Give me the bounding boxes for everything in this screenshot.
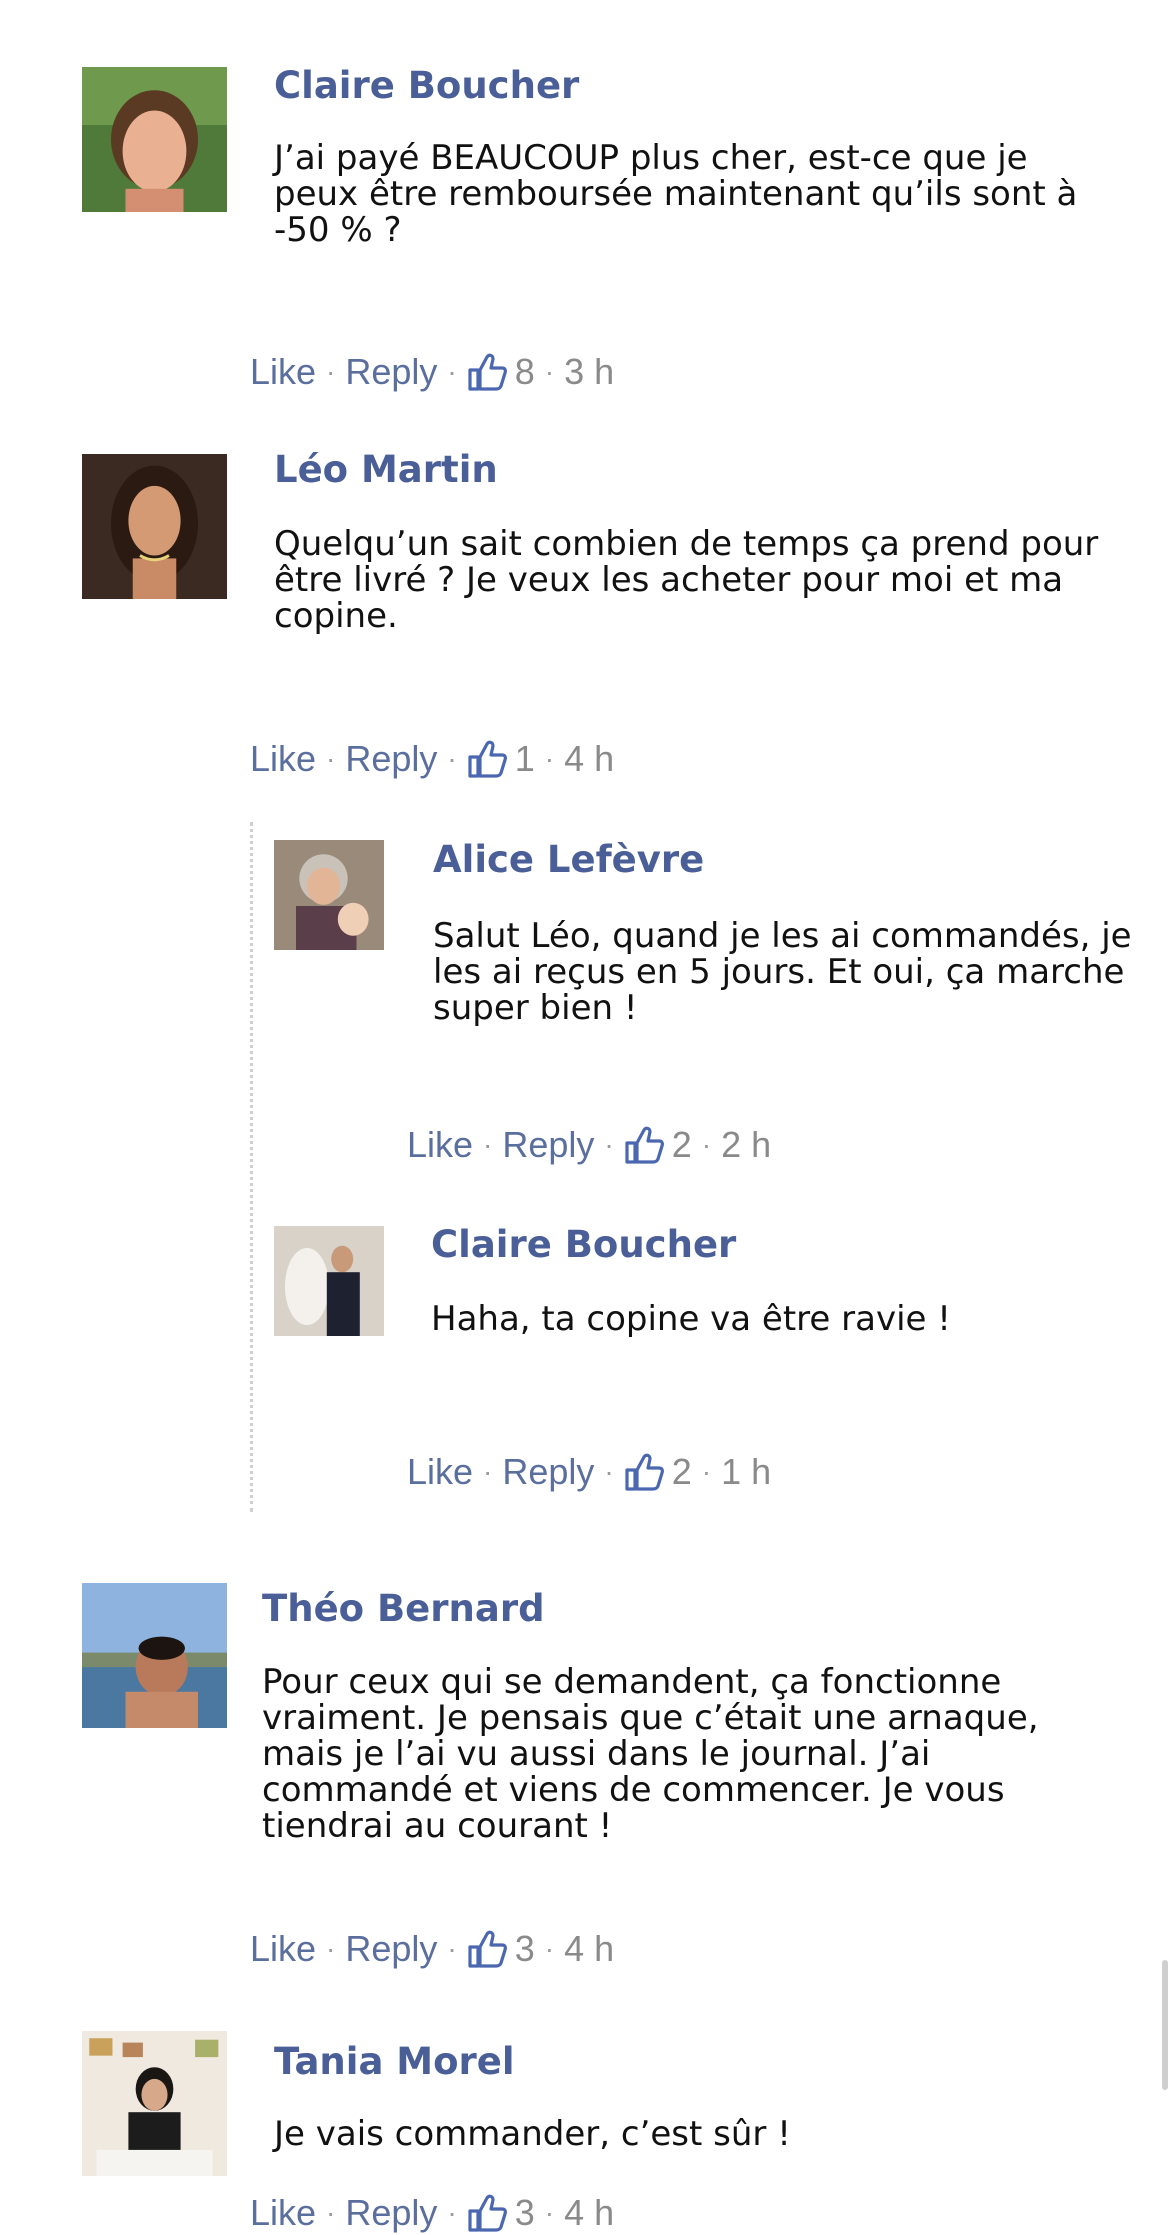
timestamp: 3 h <box>564 351 615 392</box>
like-link[interactable]: Like <box>407 1124 473 1166</box>
comment-text: Quelqu’un sait combien de temps ça prend… <box>274 524 1099 636</box>
separator: · <box>544 743 555 774</box>
separator: · <box>544 2197 555 2228</box>
reply-thread-line <box>250 822 253 1512</box>
comment-actions: Like · Reply · 2 · 1 h <box>407 1450 771 1494</box>
separator: · <box>701 1456 712 1487</box>
separator: · <box>483 1456 493 1487</box>
timestamp: 4 h <box>564 738 615 779</box>
comment-text: J’ai payé BEAUCOUP plus cher, est-ce que… <box>274 138 1078 250</box>
separator: · <box>447 356 457 387</box>
separator: · <box>447 1933 457 1964</box>
avatar[interactable] <box>274 1226 384 1336</box>
commenter-name[interactable]: Théo Bernard <box>262 1587 545 1631</box>
comment-text: Je vais commander, c’est sûr ! <box>274 2114 791 2154</box>
like-count: 2 <box>671 1124 692 1165</box>
comment-actions: Like · Reply · 2 · 2 h <box>407 1123 771 1167</box>
separator: · <box>447 743 457 774</box>
reply-link[interactable]: Reply <box>502 1451 594 1493</box>
timestamp: 2 h <box>721 1124 772 1165</box>
thumbs-up-icon[interactable] <box>624 1453 664 1491</box>
commenter-name[interactable]: Claire Boucher <box>274 64 579 108</box>
thumbs-up-icon[interactable] <box>467 1930 507 1968</box>
timestamp: 4 h <box>564 2192 615 2233</box>
like-link[interactable]: Like <box>250 738 316 780</box>
thumbs-up-icon[interactable] <box>467 353 507 391</box>
comment-actions: Like · Reply · 8 · 3 h <box>250 350 614 394</box>
like-link[interactable]: Like <box>250 351 316 393</box>
reply-link[interactable]: Reply <box>502 1124 594 1166</box>
timestamp: 4 h <box>564 1928 615 1969</box>
reply-link[interactable]: Reply <box>345 738 437 780</box>
avatar[interactable] <box>82 2031 227 2176</box>
avatar[interactable] <box>82 67 227 212</box>
separator: · <box>604 1456 614 1487</box>
like-count: 3 <box>514 1928 535 1969</box>
like-link[interactable]: Like <box>407 1451 473 1493</box>
commenter-name[interactable]: Tania Morel <box>274 2040 515 2084</box>
reply-link[interactable]: Reply <box>345 2192 437 2234</box>
separator: · <box>544 356 555 387</box>
avatar[interactable] <box>274 840 384 950</box>
like-count: 3 <box>514 2192 535 2233</box>
separator: · <box>326 743 336 774</box>
avatar[interactable] <box>82 454 227 599</box>
separator: · <box>483 1129 493 1160</box>
timestamp: 1 h <box>721 1451 772 1492</box>
separator: · <box>544 1933 555 1964</box>
comment-text: Pour ceux qui se demandent, ça fonctionn… <box>262 1662 1039 1846</box>
like-count: 8 <box>514 351 535 392</box>
like-count: 1 <box>514 738 535 779</box>
comment-actions: Like · Reply · 3 · 4 h <box>250 1927 614 1971</box>
commenter-name[interactable]: Alice Lefèvre <box>433 838 704 882</box>
commenter-name[interactable]: Léo Martin <box>274 448 498 492</box>
like-link[interactable]: Like <box>250 2192 316 2234</box>
separator: · <box>701 1129 712 1160</box>
separator: · <box>447 2197 457 2228</box>
reply-link[interactable]: Reply <box>345 1928 437 1970</box>
separator: · <box>326 2197 336 2228</box>
separator: · <box>604 1129 614 1160</box>
thumbs-up-icon[interactable] <box>467 2194 507 2232</box>
comment-actions: Like · Reply · 1 · 4 h <box>250 737 614 781</box>
comment-text: Haha, ta copine va être ravie ! <box>431 1299 951 1339</box>
separator: · <box>326 1933 336 1964</box>
scrollbar[interactable] <box>1162 1960 1168 2090</box>
commenter-name[interactable]: Claire Boucher <box>431 1223 736 1267</box>
separator: · <box>326 356 336 387</box>
like-count: 2 <box>671 1451 692 1492</box>
reply-link[interactable]: Reply <box>345 351 437 393</box>
avatar[interactable] <box>82 1583 227 1728</box>
thumbs-up-icon[interactable] <box>467 740 507 778</box>
thumbs-up-icon[interactable] <box>624 1126 664 1164</box>
comment-text: Salut Léo, quand je les ai commandés, je… <box>433 916 1132 1028</box>
comment-actions: Like · Reply · 3 · 4 h <box>250 2191 614 2235</box>
like-link[interactable]: Like <box>250 1928 316 1970</box>
